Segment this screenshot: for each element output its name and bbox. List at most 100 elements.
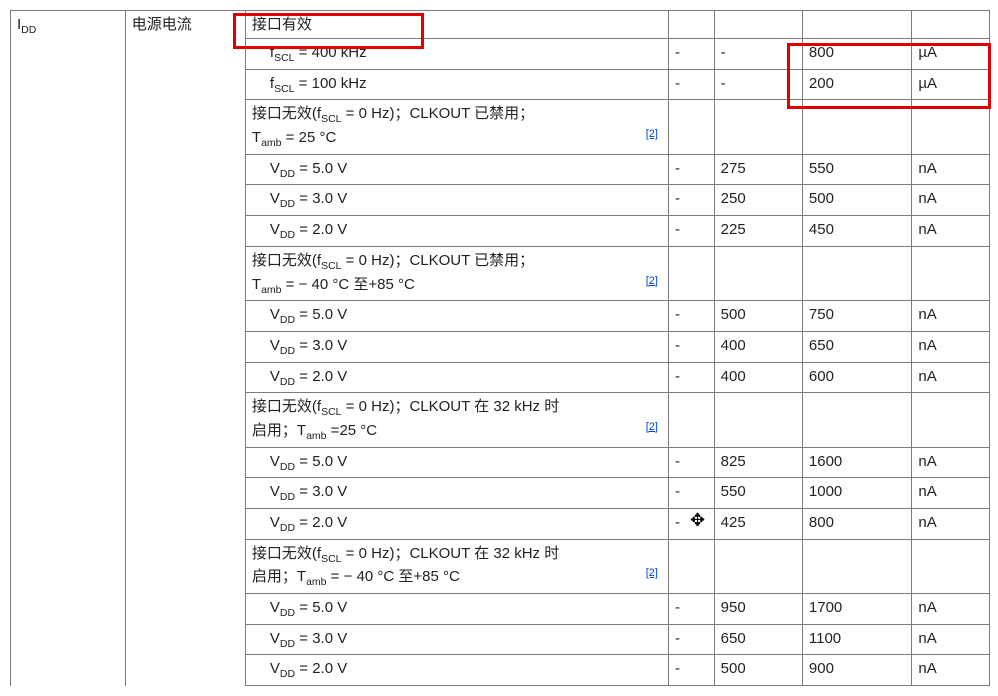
condition-cell: VDD = 2.0 V xyxy=(245,509,668,540)
value-cell: - xyxy=(668,624,714,655)
value-cell: - xyxy=(714,39,802,70)
empty-cell xyxy=(714,393,802,447)
value-cell: 1100 xyxy=(802,624,911,655)
condition-cell: VDD = 5.0 V xyxy=(245,594,668,625)
value-cell: - xyxy=(714,69,802,100)
value-cell: - xyxy=(668,69,714,100)
value-cell: 400 xyxy=(714,362,802,393)
value-cell: - xyxy=(668,509,714,540)
value-cell: - xyxy=(668,655,714,686)
condition-cell: VDD = 2.0 V xyxy=(245,216,668,247)
value-cell: 500 xyxy=(802,185,911,216)
value-cell: 250 xyxy=(714,185,802,216)
empty-cell xyxy=(668,11,714,39)
section-header: 接口无效(fSCL = 0 Hz)；CLKOUT 已禁用；Tamb = − 40… xyxy=(245,246,668,300)
value-cell: 550 xyxy=(802,154,911,185)
empty-cell xyxy=(714,11,802,39)
unit-cell: nA xyxy=(912,447,990,478)
value-cell: 650 xyxy=(714,624,802,655)
value-cell: 225 xyxy=(714,216,802,247)
empty-cell xyxy=(802,246,911,300)
table-row: IDD电源电流接口有效 xyxy=(11,11,990,39)
unit-cell: nA xyxy=(912,509,990,540)
value-cell: 400 xyxy=(714,331,802,362)
empty-cell xyxy=(668,246,714,300)
value-cell: 425 xyxy=(714,509,802,540)
value-cell: - xyxy=(668,478,714,509)
unit-cell: nA xyxy=(912,331,990,362)
condition-cell: VDD = 3.0 V xyxy=(245,331,668,362)
value-cell: 1700 xyxy=(802,594,911,625)
parameter-cell: 电源电流 xyxy=(125,11,245,686)
value-cell: 1600 xyxy=(802,447,911,478)
value-cell: - xyxy=(668,216,714,247)
empty-cell xyxy=(802,393,911,447)
value-cell: - xyxy=(668,301,714,332)
section-header: 接口有效 xyxy=(245,11,668,39)
unit-cell: nA xyxy=(912,185,990,216)
empty-cell xyxy=(802,11,911,39)
empty-cell xyxy=(912,11,990,39)
value-cell: 200 xyxy=(802,69,911,100)
condition-cell: VDD = 3.0 V xyxy=(245,624,668,655)
empty-cell xyxy=(668,100,714,154)
unit-cell: nA xyxy=(912,362,990,393)
empty-cell xyxy=(912,100,990,154)
footnote-ref[interactable]: [2] xyxy=(646,127,658,142)
empty-cell xyxy=(714,100,802,154)
value-cell: 600 xyxy=(802,362,911,393)
value-cell: 900 xyxy=(802,655,911,686)
unit-cell: nA xyxy=(912,478,990,509)
value-cell: - xyxy=(668,447,714,478)
empty-cell xyxy=(802,539,911,593)
value-cell: 450 xyxy=(802,216,911,247)
value-cell: 950 xyxy=(714,594,802,625)
section-header: 接口无效(fSCL = 0 Hz)；CLKOUT 在 32 kHz 时启用；Ta… xyxy=(245,393,668,447)
value-cell: 800 xyxy=(802,509,911,540)
empty-cell xyxy=(912,539,990,593)
condition-cell: VDD = 3.0 V xyxy=(245,185,668,216)
empty-cell xyxy=(802,100,911,154)
empty-cell xyxy=(714,246,802,300)
footnote-ref[interactable]: [2] xyxy=(646,566,658,581)
empty-cell xyxy=(668,393,714,447)
value-cell: - xyxy=(668,362,714,393)
unit-cell: nA xyxy=(912,655,990,686)
empty-cell xyxy=(714,539,802,593)
unit-cell: µA xyxy=(912,39,990,70)
value-cell: - xyxy=(668,331,714,362)
condition-cell: fSCL = 400 kHz xyxy=(245,39,668,70)
condition-cell: VDD = 5.0 V xyxy=(245,447,668,478)
footnote-ref[interactable]: [2] xyxy=(646,420,658,435)
footnote-ref[interactable]: [2] xyxy=(646,274,658,289)
unit-cell: nA xyxy=(912,154,990,185)
value-cell: 825 xyxy=(714,447,802,478)
section-header: 接口无效(fSCL = 0 Hz)；CLKOUT 在 32 kHz 时启用；Ta… xyxy=(245,539,668,593)
empty-cell xyxy=(668,539,714,593)
condition-cell: VDD = 5.0 V xyxy=(245,301,668,332)
value-cell: - xyxy=(668,185,714,216)
section-header: 接口无效(fSCL = 0 Hz)；CLKOUT 已禁用；Tamb = 25 °… xyxy=(245,100,668,154)
condition-cell: VDD = 5.0 V xyxy=(245,154,668,185)
unit-cell: nA xyxy=(912,301,990,332)
condition-cell: VDD = 2.0 V xyxy=(245,362,668,393)
condition-cell: VDD = 3.0 V xyxy=(245,478,668,509)
value-cell: - xyxy=(668,154,714,185)
unit-cell: µA xyxy=(912,69,990,100)
value-cell: 275 xyxy=(714,154,802,185)
value-cell: 650 xyxy=(802,331,911,362)
unit-cell: nA xyxy=(912,624,990,655)
value-cell: 800 xyxy=(802,39,911,70)
value-cell: - xyxy=(668,594,714,625)
value-cell: 500 xyxy=(714,655,802,686)
condition-cell: fSCL = 100 kHz xyxy=(245,69,668,100)
value-cell: 500 xyxy=(714,301,802,332)
value-cell: 750 xyxy=(802,301,911,332)
empty-cell xyxy=(912,246,990,300)
symbol-cell: IDD xyxy=(11,11,126,686)
value-cell: 550 xyxy=(714,478,802,509)
empty-cell xyxy=(912,393,990,447)
condition-cell: VDD = 2.0 V xyxy=(245,655,668,686)
unit-cell: nA xyxy=(912,594,990,625)
value-cell: - xyxy=(668,39,714,70)
